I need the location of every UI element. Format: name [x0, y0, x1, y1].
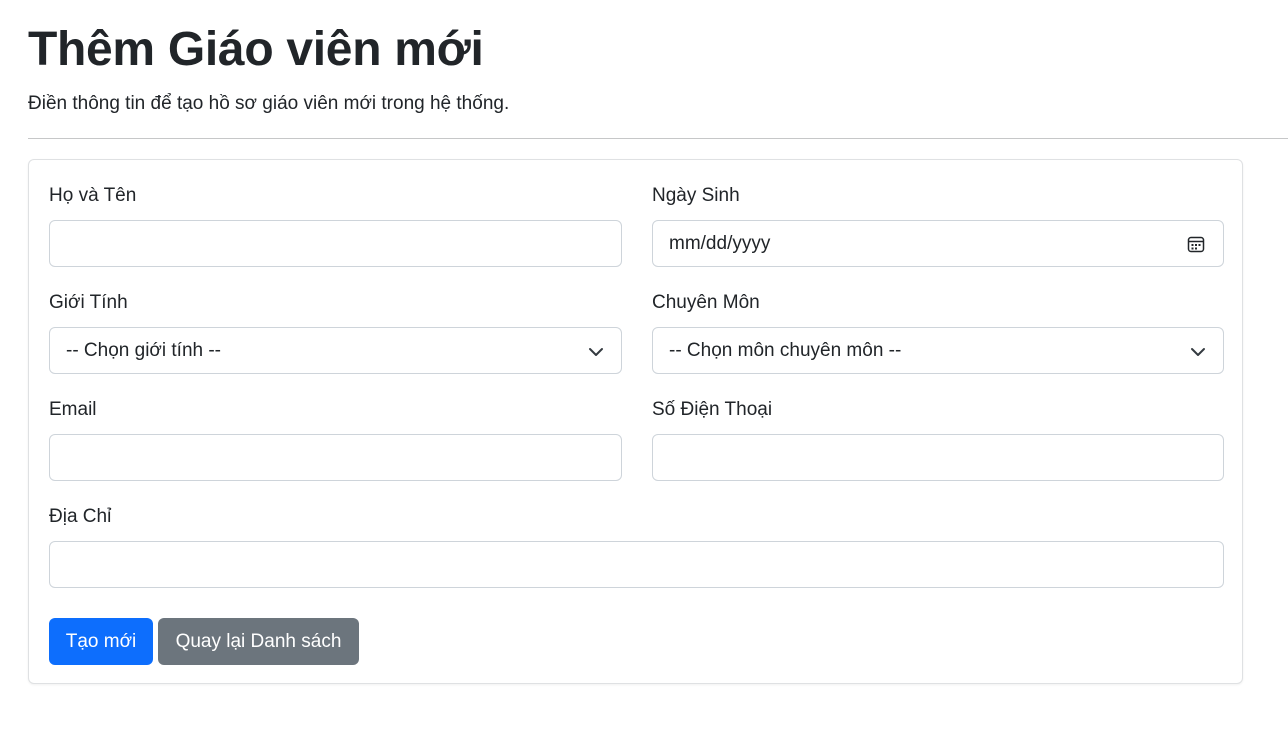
back-to-list-button[interactable]: Quay lại Danh sách — [158, 618, 359, 665]
phone-label: Số Điện Thoại — [652, 399, 773, 420]
subject-select[interactable]: -- Chọn môn chuyên môn -- — [652, 327, 1224, 374]
full-name-label: Họ và Tên — [49, 185, 137, 206]
gender-select[interactable]: -- Chọn giới tính -- — [49, 327, 622, 374]
full-name-input[interactable] — [49, 220, 622, 267]
email-label: Email — [49, 399, 97, 420]
subject-label: Chuyên Môn — [652, 292, 760, 313]
page-subtitle: Điền thông tin để tạo hồ sơ giáo viên mớ… — [28, 93, 510, 114]
create-button[interactable]: Tạo mới — [49, 618, 153, 665]
subject-selected-value: -- Chọn môn chuyên môn -- — [669, 340, 902, 361]
chevron-down-icon — [1191, 348, 1205, 356]
page: Thêm Giáo viên mới Điền thông tin để tạo… — [0, 0, 1288, 747]
gender-selected-value: -- Chọn giới tính -- — [66, 340, 222, 361]
chevron-down-icon — [589, 348, 603, 356]
page-title: Thêm Giáo viên mới — [28, 23, 484, 76]
phone-input[interactable] — [652, 434, 1224, 481]
birth-date-label: Ngày Sinh — [652, 185, 740, 206]
calendar-icon[interactable] — [1187, 235, 1205, 253]
gender-label: Giới Tính — [49, 292, 128, 313]
birth-date-placeholder: mm/dd/yyyy — [669, 233, 771, 254]
birth-date-input[interactable]: mm/dd/yyyy — [652, 220, 1224, 267]
header-divider — [28, 138, 1288, 139]
address-input[interactable] — [49, 541, 1224, 588]
email-input[interactable] — [49, 434, 622, 481]
address-label: Địa Chỉ — [49, 506, 112, 527]
